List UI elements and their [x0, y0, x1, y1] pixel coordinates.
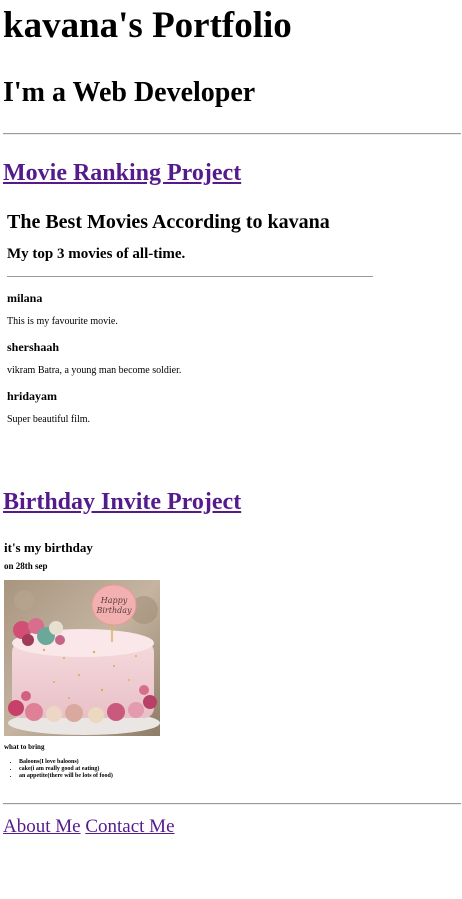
page-title: kavana's Portfolio	[3, 5, 292, 46]
footer-divider	[3, 803, 461, 805]
movie-title-1: milana	[7, 291, 43, 305]
cake-topper-line-2: Birthday	[95, 606, 132, 615]
cake-topper-line-1: Happy	[100, 596, 128, 605]
birthday-title: it's my birthday	[4, 540, 93, 555]
footer-links: About Me Contact Me	[3, 815, 175, 839]
header-divider	[3, 133, 461, 135]
about-me-link[interactable]: About Me	[3, 816, 81, 837]
page-subtitle: I'm a Web Developer	[3, 77, 256, 108]
birthday-invite-project-link[interactable]: Birthday Invite Project	[3, 488, 241, 516]
movie-divider	[7, 276, 373, 277]
movie-page-title: The Best Movies According to kavana	[7, 211, 330, 233]
movie-page-subtitle: My top 3 movies of all-time.	[7, 246, 186, 262]
portfolio-page: kavana's Portfolio I'm a Web Developer M…	[0, 0, 462, 899]
movie-ranking-frame: The Best Movies According to kavana My t…	[3, 202, 383, 438]
movie-description-1: This is my favourite movie.	[7, 316, 118, 327]
list-item: cake(i am really good at eating)	[19, 766, 113, 773]
what-to-bring-list: Baloons(I love baloons) cake(i am really…	[3, 759, 113, 780]
what-to-bring-title: what to bring	[4, 743, 45, 751]
birthday-cake-image: Happy Birthday	[4, 580, 160, 736]
movie-title-3: hridayam	[7, 389, 58, 403]
movie-description-3: Super beautiful film.	[7, 414, 91, 425]
birthday-invite-frame: it's my birthday on 28th sep Happy Birth…	[3, 536, 303, 786]
list-item: an appetite(there will be lots of food)	[19, 773, 113, 780]
birthday-date: on 28th sep	[4, 561, 48, 571]
list-item: Baloons(I love baloons)	[19, 759, 113, 766]
movie-ranking-project-link[interactable]: Movie Ranking Project	[3, 159, 241, 187]
contact-me-link[interactable]: Contact Me	[85, 816, 174, 837]
movie-description-2: vikram Batra, a young man become soldier…	[7, 365, 182, 376]
movie-title-2: shershaah	[7, 340, 60, 354]
